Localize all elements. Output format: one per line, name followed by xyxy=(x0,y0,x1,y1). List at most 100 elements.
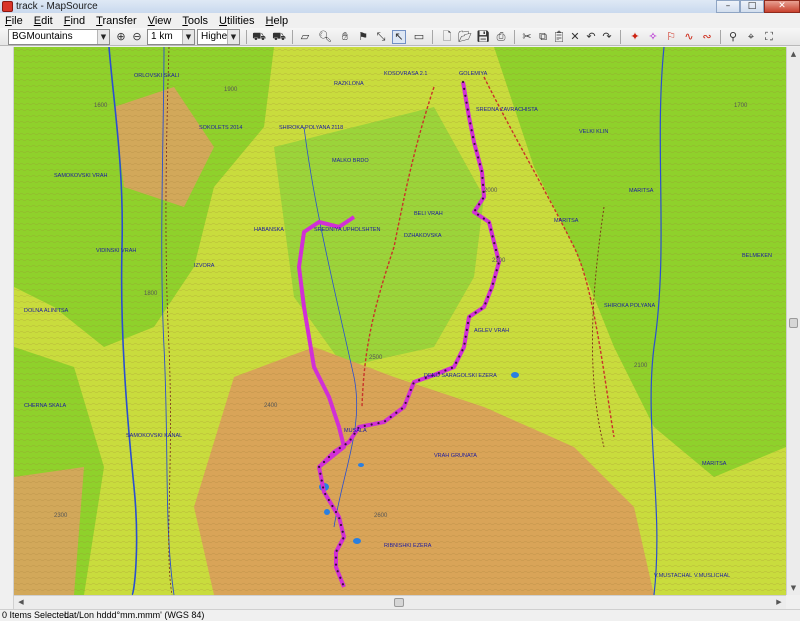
track-point xyxy=(493,242,496,245)
track-point xyxy=(334,563,338,566)
elevation-label: 2600 xyxy=(374,513,388,519)
vertical-scroll-thumb[interactable] xyxy=(789,318,798,328)
track-point xyxy=(363,424,366,427)
scroll-up-icon[interactable]: ▲ xyxy=(787,47,800,61)
copy-icon[interactable]: ⧉ xyxy=(536,30,550,44)
zoom-scale-select[interactable]: 1 km ▼ xyxy=(147,29,195,45)
menu-file[interactable]: File xyxy=(0,15,29,27)
cut-icon[interactable]: ✂ xyxy=(520,30,534,44)
elevation-label: 2100 xyxy=(634,363,648,369)
selection-tool-icon[interactable]: ↖ xyxy=(392,30,406,44)
receive-icon[interactable]: ✦ xyxy=(628,30,642,44)
map-product-select[interactable]: BGMountains ▼ xyxy=(8,29,110,45)
track-point xyxy=(469,122,472,125)
horizontal-scrollbar[interactable]: ◀ ▶ xyxy=(14,595,786,609)
minimize-button[interactable]: – xyxy=(716,0,740,13)
send-icon[interactable]: ✧ xyxy=(646,30,660,44)
track-point xyxy=(478,163,482,166)
print-icon[interactable]: ⎙ xyxy=(494,30,508,44)
track-point xyxy=(407,395,410,398)
track-point xyxy=(341,530,344,533)
track-point xyxy=(444,369,447,372)
toolbar-separator xyxy=(620,30,621,44)
undo-icon[interactable]: ↶ xyxy=(584,30,598,44)
elevation-label: 2000 xyxy=(484,188,498,194)
place-label: SAMOKOVSKI VRAH xyxy=(54,173,108,179)
menu-utilities[interactable]: Utilities xyxy=(214,15,260,27)
paste-icon[interactable]: 📋︎ xyxy=(552,30,566,44)
elevation-label: 1800 xyxy=(144,291,158,297)
lake xyxy=(511,372,519,378)
scroll-right-icon[interactable]: ▶ xyxy=(772,596,786,609)
scroll-left-icon[interactable]: ◀ xyxy=(14,596,28,609)
place-label: MALKO BRDO xyxy=(332,158,369,164)
maximize-button[interactable]: □ xyxy=(740,0,764,13)
track-point xyxy=(349,438,352,441)
track-icon[interactable]: ∾ xyxy=(700,30,714,44)
route-icon[interactable]: ∿ xyxy=(682,30,696,44)
horizontal-scroll-thumb[interactable] xyxy=(394,598,404,607)
scroll-down-icon[interactable]: ▼ xyxy=(787,581,800,595)
track-point xyxy=(488,221,491,224)
hand-tool-icon[interactable]: ✋︎ xyxy=(338,30,352,44)
elevation-label: 2300 xyxy=(54,513,68,519)
menu-help[interactable]: Help xyxy=(261,15,295,27)
place-label: CHERNA SKALA xyxy=(24,403,67,409)
zoom-fit-icon[interactable]: ⛶ xyxy=(762,30,776,44)
toolbar-separator xyxy=(292,30,293,44)
track-point xyxy=(418,379,421,382)
waypoint-tool-icon[interactable]: ⚑ xyxy=(356,30,370,44)
zoom-scale-value: 1 km xyxy=(151,31,173,42)
track-point xyxy=(338,447,341,450)
vertical-scrollbar[interactable]: ▲ ▼ xyxy=(786,47,800,595)
track-point xyxy=(471,135,475,139)
route-tool-icon[interactable]: ⤡ xyxy=(374,30,388,44)
map-view[interactable]: 1900 2000 2200 1800 2300 2400 2500 1700 2100 1600… xyxy=(14,47,786,595)
save-icon[interactable]: 💾︎ xyxy=(476,30,490,44)
track-point xyxy=(336,570,339,573)
menu-tools[interactable]: Tools xyxy=(177,15,214,27)
new-icon[interactable]: 🗋︎ xyxy=(440,30,454,44)
map-tool-icon[interactable]: ▱ xyxy=(298,30,312,44)
topographic-map[interactable]: 1900 2000 2200 1800 2300 2400 2500 1700 2100 1600… xyxy=(14,47,786,595)
status-bar: 0 Items Selected Lat/Lon hddd°mm.mmm' (W… xyxy=(0,609,800,621)
detail-level-select[interactable]: Highest ▼ xyxy=(197,29,240,45)
map-product-icon[interactable]: ⛟ xyxy=(252,30,266,44)
track-point xyxy=(463,87,466,90)
chevron-down-icon: ▼ xyxy=(227,30,239,44)
find-nearby-icon[interactable]: ⌖ xyxy=(744,30,758,44)
find-icon[interactable]: ⚲ xyxy=(726,30,740,44)
left-strip xyxy=(0,47,14,609)
track-point xyxy=(486,295,490,298)
redo-icon[interactable]: ↷ xyxy=(600,30,614,44)
zoom-tool-icon[interactable]: 🔍︎ xyxy=(318,30,332,44)
mapsource-app-icon xyxy=(2,1,13,12)
place-label: DOLNA ALINITSA xyxy=(24,308,69,314)
track-point xyxy=(404,401,407,405)
track-point xyxy=(341,583,345,586)
waypoint-flag-icon[interactable]: ⚐ xyxy=(664,30,678,44)
open-icon[interactable]: 📂︎ xyxy=(458,30,472,44)
delete-icon[interactable]: ✕ xyxy=(568,30,582,44)
track-point xyxy=(320,479,323,482)
chevron-down-icon: ▼ xyxy=(182,30,194,44)
close-button[interactable]: ✕ xyxy=(764,0,800,13)
track-point xyxy=(489,228,492,231)
elevation-label: 1600 xyxy=(94,103,108,109)
menu-bar: File Edit Find Transfer View Tools Utili… xyxy=(0,13,800,28)
menu-transfer[interactable]: Transfer xyxy=(91,15,143,27)
zoom-out-icon[interactable]: ⊖ xyxy=(130,30,144,44)
track-point xyxy=(327,498,330,502)
selection-status: 0 Items Selected xyxy=(2,610,70,620)
zoom-in-icon[interactable]: ⊕ xyxy=(114,30,128,44)
track-point xyxy=(470,129,473,132)
measure-tool-icon[interactable]: ▭ xyxy=(412,30,426,44)
menu-edit[interactable]: Edit xyxy=(29,15,59,27)
toolbar-separator xyxy=(720,30,721,44)
place-label: SOKOLETS 2014 xyxy=(199,125,242,131)
menu-find[interactable]: Find xyxy=(59,15,91,27)
map-product-alt-icon[interactable]: ⛟ xyxy=(272,30,286,44)
track-point xyxy=(466,321,470,325)
menu-view[interactable]: View xyxy=(143,15,178,27)
track-point xyxy=(331,504,334,508)
